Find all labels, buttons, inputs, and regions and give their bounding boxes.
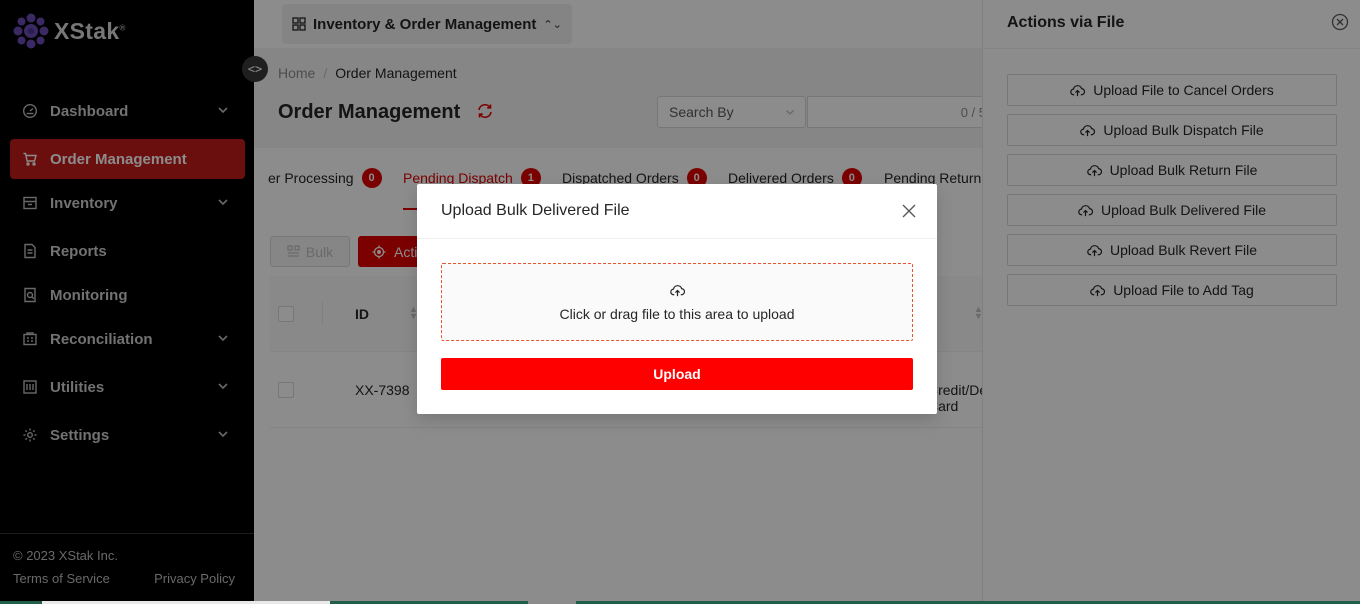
upload-button[interactable]: Upload <box>441 358 913 390</box>
upload-modal: Upload Bulk Delivered File Click or drag… <box>417 184 937 414</box>
file-dropzone[interactable]: Click or drag file to this area to uploa… <box>441 263 913 341</box>
dropzone-text: Click or drag file to this area to uploa… <box>559 306 795 322</box>
close-icon[interactable] <box>901 203 917 219</box>
cloud-upload-icon <box>670 285 685 297</box>
modal-header: Upload Bulk Delivered File <box>417 184 937 239</box>
modal-title: Upload Bulk Delivered File <box>441 202 630 219</box>
